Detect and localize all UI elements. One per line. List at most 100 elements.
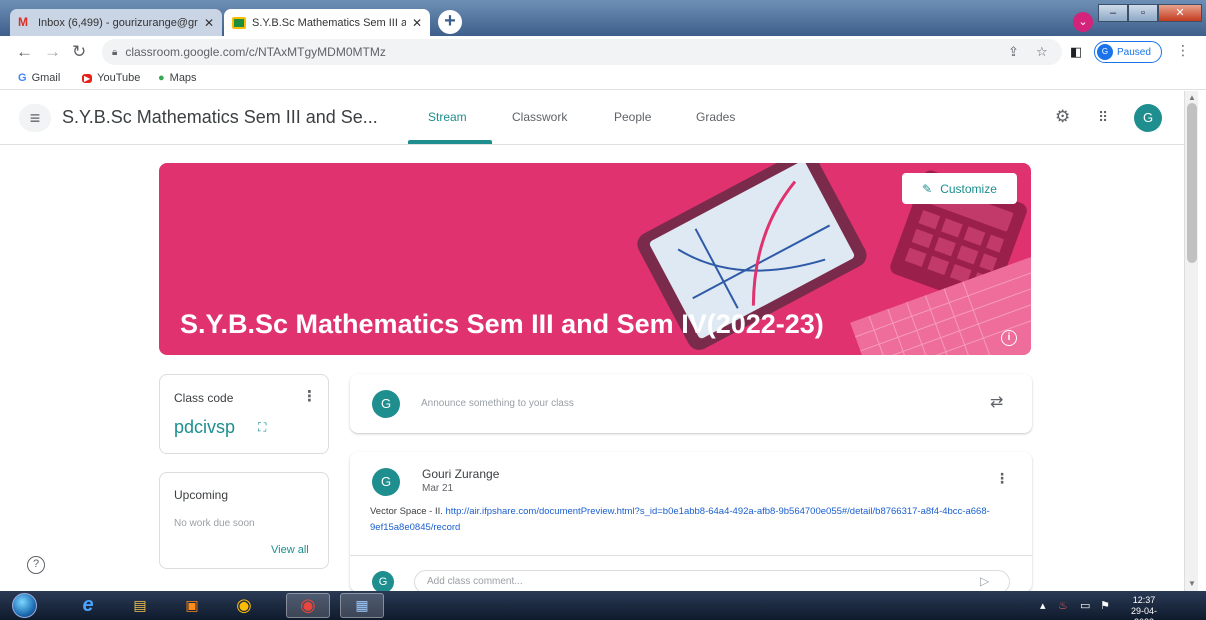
start-button[interactable]: [12, 593, 37, 618]
forward-arrow-icon[interactable]: →: [44, 42, 61, 62]
view-all-link[interactable]: View all: [271, 544, 309, 556]
reload-icon[interactable]: ↻: [72, 42, 86, 62]
gmail-favicon-icon: [18, 15, 32, 29]
browser-toolbar: ← → ↻ 🔒︎ classroom.google.com/c/NTAxMTgy…: [0, 36, 1206, 68]
avatar: G: [372, 571, 394, 593]
fullscreen-icon[interactable]: ⛶: [258, 420, 266, 435]
classroom-favicon-icon: [232, 16, 246, 29]
upcoming-title: Upcoming: [174, 488, 229, 502]
chrome-icon[interactable]: ◉: [222, 593, 266, 618]
post-author: Gouri Zurange: [422, 467, 500, 481]
class-code-card: Class code ⋮ pdcivsp ⛶: [159, 374, 329, 454]
settings-gear-icon[interactable]: ⚙: [1055, 107, 1070, 127]
maximize-button[interactable]: ▫: [1128, 4, 1158, 22]
network-icon[interactable]: ♨: [1058, 599, 1068, 612]
address-bar[interactable]: 🔒︎ classroom.google.com/c/NTAxMTgyMDM0MT…: [102, 39, 1062, 65]
class-banner: S.Y.B.Sc Mathematics Sem III and Sem IV(…: [159, 163, 1031, 355]
chrome-menu-icon[interactable]: ⋮: [1176, 42, 1190, 59]
side-panel-icon[interactable]: ◧: [1070, 44, 1082, 60]
bookmark-youtube[interactable]: ▶ YouTube: [82, 72, 140, 84]
announce-placeholder[interactable]: Announce something to your class: [421, 398, 574, 409]
help-icon[interactable]: ?: [27, 556, 45, 574]
upcoming-empty-text: No work due soon: [174, 518, 255, 529]
clock-time: 12:37: [1132, 595, 1156, 605]
post-menu-icon[interactable]: ⋮: [995, 470, 1009, 487]
post-body: Vector Space - II. http://air.ifpshare.c…: [370, 504, 990, 536]
google-g-icon: G: [18, 72, 27, 84]
main-menu-icon[interactable]: ≡: [19, 104, 51, 132]
post-date: Mar 21: [422, 483, 454, 494]
profile-avatar: G: [1097, 44, 1113, 60]
tray-expand-icon[interactable]: ▴: [1040, 599, 1046, 612]
minimize-button[interactable]: –: [1098, 4, 1128, 22]
os-taskbar: e ▤ ▣ ◉ ◉ ▦ ▴ ♨ ▭ ⚑ 12:37 29-04-2023: [0, 591, 1206, 620]
scroll-up-icon[interactable]: ▲: [1188, 93, 1196, 102]
browser-titlebar: Inbox (6,499) - gourizurange@gr ✕ S.Y.B.…: [0, 0, 1206, 36]
tab-title: Inbox (6,499) - gourizurange@gr: [38, 16, 198, 29]
tab-gmail-inbox[interactable]: Inbox (6,499) - gourizurange@gr ✕: [10, 9, 222, 36]
avatar: G: [372, 468, 400, 496]
tab-close-icon[interactable]: ✕: [412, 16, 422, 30]
internet-explorer-icon[interactable]: e: [66, 593, 110, 618]
back-arrow-icon[interactable]: ←: [16, 42, 33, 62]
clock-date: 29-04-2023: [1130, 606, 1157, 620]
tab-search-icon[interactable]: ⌄: [1073, 12, 1093, 32]
classroom-header: ≡ S.Y.B.Sc Mathematics Sem III and Se...…: [0, 91, 1184, 145]
class-code-value: pdcivsp: [174, 417, 236, 437]
announce-box[interactable]: G Announce something to your class ⇄: [350, 374, 1032, 433]
bookmark-maps[interactable]: ● Maps: [158, 72, 197, 84]
active-tab-indicator: [408, 140, 492, 144]
customize-button[interactable]: ✎ Customize: [902, 173, 1017, 204]
user-avatar[interactable]: G: [1134, 104, 1162, 132]
word-icon[interactable]: ▦: [340, 593, 384, 618]
stream-post: G Gouri Zurange Mar 21 ⋮ Vector Space - …: [350, 452, 1032, 594]
file-explorer-icon[interactable]: ▤: [118, 593, 162, 618]
action-center-flag-icon[interactable]: ⚑: [1100, 599, 1110, 612]
profile-status: Paused: [1117, 46, 1151, 58]
divider: [350, 555, 1032, 556]
upcoming-card: Upcoming No work due soon View all: [159, 472, 329, 569]
lock-icon: 🔒︎: [112, 46, 118, 58]
media-player-icon[interactable]: ▣: [170, 593, 214, 618]
tab-title: S.Y.B.Sc Mathematics Sem III and: [252, 16, 406, 29]
pencil-icon: ✎: [922, 181, 933, 196]
class-code-menu-icon[interactable]: ⋮: [302, 387, 317, 405]
bookmark-label: YouTube: [97, 72, 141, 84]
tab-classroom[interactable]: S.Y.B.Sc Mathematics Sem III and ✕: [224, 9, 430, 36]
customize-label: Customize: [940, 181, 997, 196]
bookmarks-bar: G Gmail ▶ YouTube ● Maps: [0, 68, 1206, 90]
new-tab-button[interactable]: +: [438, 10, 462, 34]
post-text: Vector Space - II.: [370, 506, 446, 517]
display-icon[interactable]: ▭: [1080, 599, 1090, 612]
tab-close-icon[interactable]: ✕: [204, 16, 214, 30]
bookmark-gmail[interactable]: G Gmail: [18, 72, 60, 84]
class-title[interactable]: S.Y.B.Sc Mathematics Sem III and Se...: [62, 107, 378, 128]
tab-stream[interactable]: Stream: [428, 110, 467, 124]
tab-grades[interactable]: Grades: [696, 110, 735, 124]
info-icon[interactable]: i: [1001, 330, 1017, 346]
scroll-down-icon[interactable]: ▼: [1188, 579, 1196, 588]
page-scrollbar[interactable]: ▲ ▼: [1184, 91, 1198, 591]
profile-button[interactable]: G Paused: [1094, 41, 1162, 63]
close-window-button[interactable]: ✕: [1158, 4, 1202, 22]
send-icon[interactable]: ▷: [980, 574, 989, 588]
system-clock[interactable]: 12:37 29-04-2023: [1124, 595, 1164, 620]
url-text: classroom.google.com/c/NTAxMTgyMDM0MTMz: [125, 45, 386, 59]
repost-icon[interactable]: ⇄: [990, 392, 1003, 412]
bookmark-label: Maps: [169, 72, 197, 84]
post-link[interactable]: http://air.ifpshare.com/documentPreview.…: [370, 506, 990, 533]
apps-grid-icon[interactable]: ⠿: [1098, 109, 1108, 126]
chrome-taskbar-active-icon[interactable]: ◉: [286, 593, 330, 618]
window-controls: – ▫ ✕: [1098, 4, 1202, 22]
maps-pin-icon: ●: [158, 72, 165, 84]
scrollbar-thumb[interactable]: [1187, 103, 1197, 263]
youtube-icon: ▶: [82, 73, 93, 83]
class-code-label: Class code: [174, 391, 234, 405]
banner-class-title: S.Y.B.Sc Mathematics Sem III and Sem IV(…: [180, 309, 824, 339]
bookmark-star-icon[interactable]: ☆: [1036, 44, 1048, 60]
tab-people[interactable]: People: [614, 110, 651, 124]
tab-classwork[interactable]: Classwork: [512, 110, 567, 124]
share-icon[interactable]: ⇪: [1008, 44, 1019, 60]
avatar: G: [372, 390, 400, 418]
bookmark-label: Gmail: [31, 72, 61, 84]
